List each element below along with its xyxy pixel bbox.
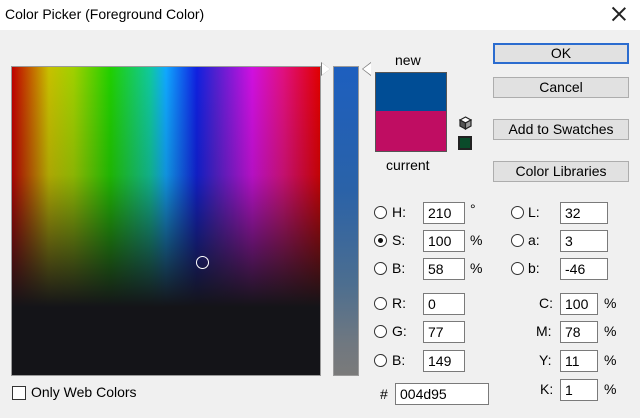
saturation-label: S:	[392, 232, 406, 248]
red-input[interactable]: 0	[423, 293, 465, 315]
current-color-swatch[interactable]	[375, 111, 447, 152]
blue-label: B:	[392, 352, 406, 368]
yellow-unit: %	[604, 352, 617, 368]
saturation-radio[interactable]	[374, 234, 387, 247]
lab-a-input[interactable]: 3	[560, 230, 608, 252]
hue-input[interactable]: 210	[423, 202, 465, 224]
magenta-label: M:	[536, 323, 552, 339]
web-safe-color-icon[interactable]	[458, 136, 472, 150]
magenta-unit: %	[604, 323, 617, 339]
hue-unit: °	[470, 201, 476, 217]
cyan-unit: %	[604, 295, 617, 311]
saturation-unit: %	[470, 232, 483, 248]
new-label: new	[395, 52, 421, 68]
cancel-button[interactable]: Cancel	[493, 77, 629, 98]
window-title: Color Picker (Foreground Color)	[5, 6, 205, 22]
saturation-input[interactable]: 100	[423, 230, 465, 252]
brightness-radio[interactable]	[374, 262, 387, 275]
color-libraries-button[interactable]: Color Libraries	[493, 161, 629, 182]
hex-label: #	[380, 386, 388, 402]
add-to-swatches-button[interactable]: Add to Swatches	[493, 119, 629, 140]
black-unit: %	[604, 381, 617, 397]
green-input[interactable]: 77	[423, 321, 465, 343]
lab-a-label: a:	[528, 232, 540, 248]
brightness-input[interactable]: 58	[423, 258, 465, 280]
hue-radio[interactable]	[374, 206, 387, 219]
lab-l-input[interactable]: 32	[560, 202, 608, 224]
black-input[interactable]: 1	[560, 379, 598, 401]
color-slider[interactable]	[333, 66, 359, 376]
only-web-colors-label: Only Web Colors	[31, 384, 137, 400]
cyan-label: C:	[539, 295, 553, 311]
slider-left-arrow[interactable]	[322, 63, 330, 75]
hue-label: H:	[392, 204, 406, 220]
current-label: current	[386, 157, 430, 173]
green-label: G:	[392, 323, 407, 339]
yellow-input[interactable]: 11	[560, 350, 598, 372]
brightness-unit: %	[470, 260, 483, 276]
magenta-input[interactable]: 78	[560, 321, 598, 343]
slider-right-arrow[interactable]	[363, 63, 371, 75]
hex-input[interactable]: 004d95	[395, 383, 489, 405]
lab-b-input[interactable]: -46	[560, 258, 608, 280]
lab-l-label: L:	[528, 204, 540, 220]
brightness-label: B:	[392, 260, 406, 276]
blue-input[interactable]: 149	[423, 350, 465, 372]
color-field-cursor[interactable]	[196, 256, 209, 269]
ok-button[interactable]: OK	[493, 43, 629, 64]
close-icon[interactable]	[610, 5, 628, 23]
title-bar: Color Picker (Foreground Color)	[0, 0, 640, 30]
red-radio[interactable]	[374, 297, 387, 310]
lab-b-radio[interactable]	[511, 262, 524, 275]
cyan-input[interactable]: 100	[560, 293, 598, 315]
out-of-gamut-cube-icon[interactable]	[459, 116, 472, 130]
red-label: R:	[392, 295, 406, 311]
blue-radio[interactable]	[374, 354, 387, 367]
lab-a-radio[interactable]	[511, 234, 524, 247]
black-label: K:	[540, 381, 554, 397]
green-radio[interactable]	[374, 325, 387, 338]
lab-l-radio[interactable]	[511, 206, 524, 219]
new-color-swatch	[375, 72, 447, 112]
lab-b-label: b:	[528, 260, 540, 276]
yellow-label: Y:	[539, 352, 552, 368]
color-field[interactable]	[11, 66, 321, 376]
only-web-colors-checkbox[interactable]	[12, 386, 26, 400]
